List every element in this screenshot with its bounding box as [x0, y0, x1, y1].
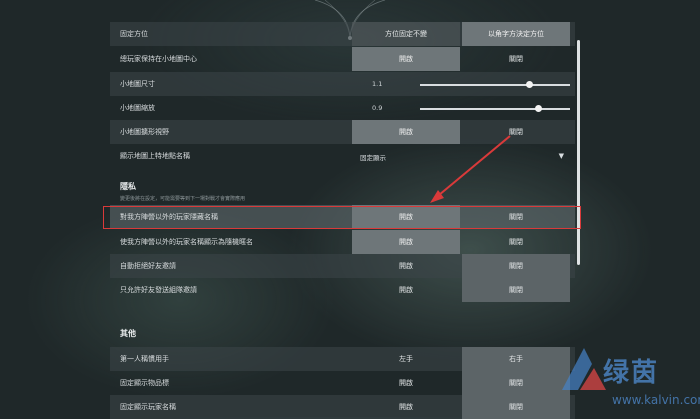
watermark-url: www.kalvin.com	[612, 393, 700, 407]
watermark-text: 绿茵	[603, 358, 660, 388]
